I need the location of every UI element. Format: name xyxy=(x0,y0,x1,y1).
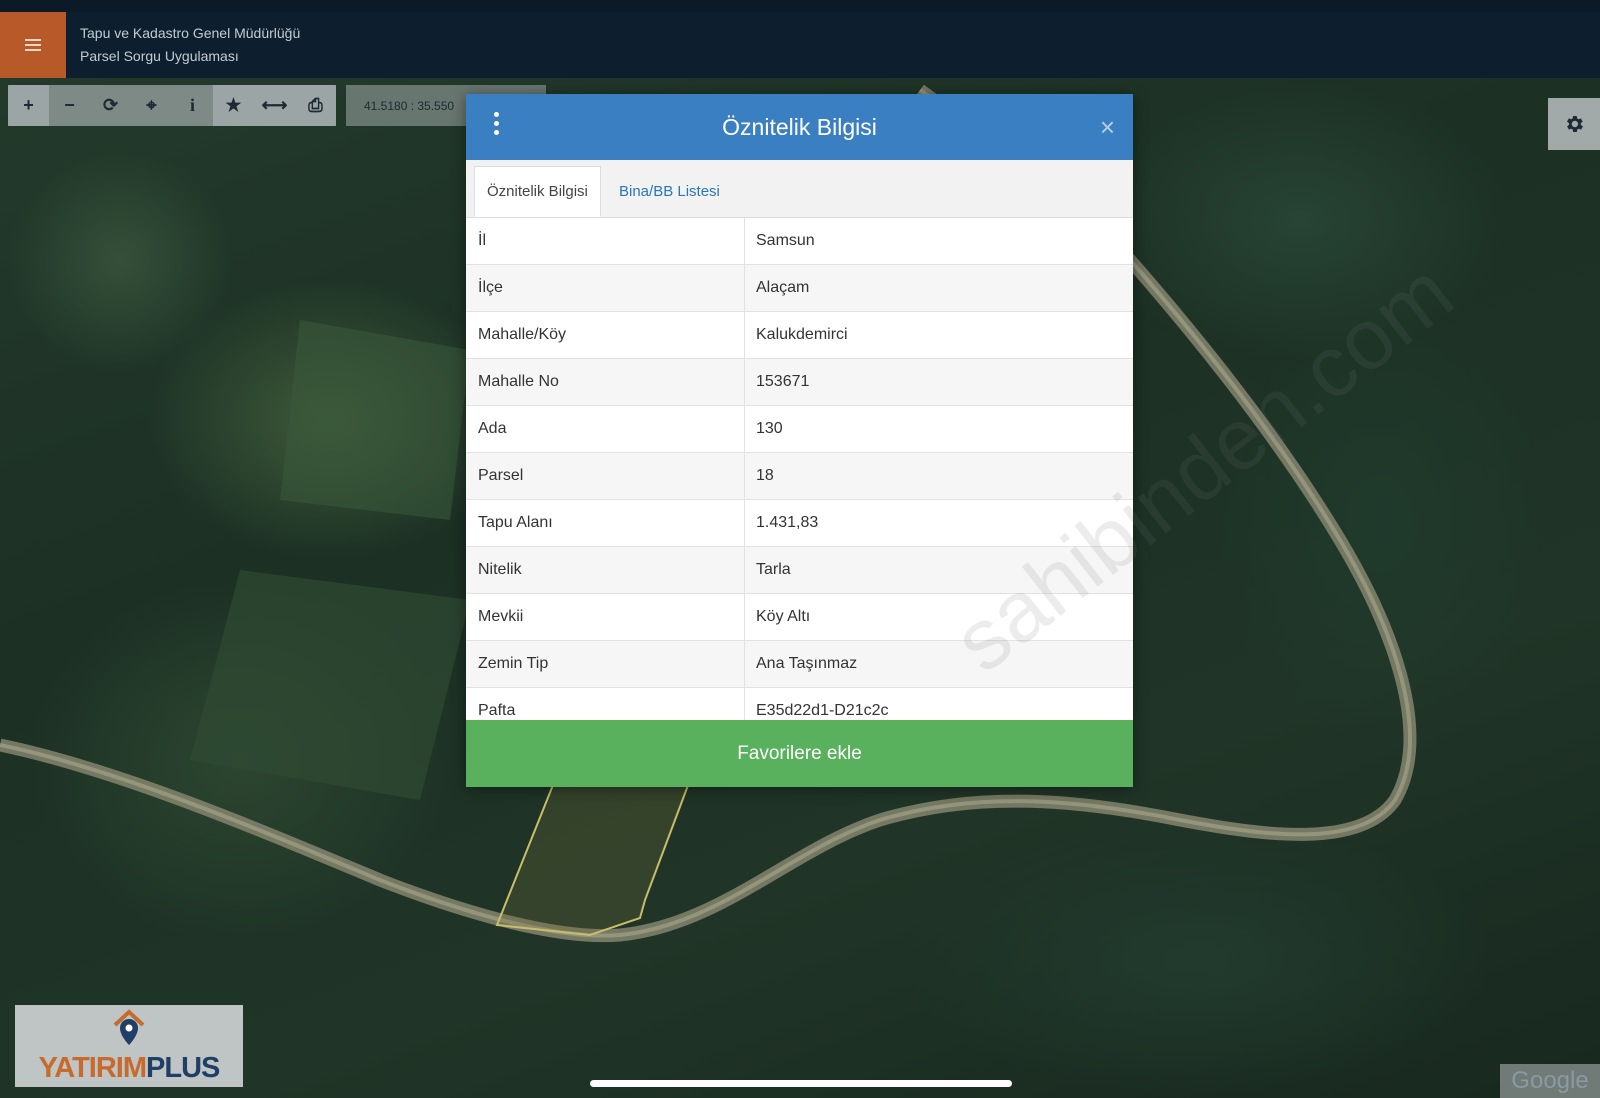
brand-part2: PLUS xyxy=(146,1052,220,1084)
row-key: Parsel xyxy=(466,453,745,499)
locate-button[interactable]: ⌖ xyxy=(131,85,172,126)
row-key: Tapu Alanı xyxy=(466,500,745,546)
dialog-header: Öznitelik Bilgisi × xyxy=(466,94,1133,160)
row-value: 130 xyxy=(756,420,783,437)
row-value: Ana Taşınmaz xyxy=(756,655,858,672)
brand-logo: YATIRIMPLUS xyxy=(15,1005,243,1087)
settings-button[interactable] xyxy=(1548,98,1600,150)
row-value: 18 xyxy=(756,467,774,484)
table-row: Mahalle/Köy Kalukdemirci xyxy=(466,312,1133,359)
info-button[interactable]: i xyxy=(172,85,213,126)
row-value: Samsun xyxy=(756,232,815,249)
status-bar xyxy=(0,0,1600,12)
location-house-icon xyxy=(113,1009,145,1045)
home-indicator[interactable] xyxy=(590,1080,1012,1087)
print-icon: ⎙ xyxy=(308,95,323,115)
map-toolbar: + − ⟳ ⌖ i ★ ⟷ ⎙ xyxy=(8,85,336,126)
table-row: Tapu Alanı 1.431,83 xyxy=(466,500,1133,547)
map-attribution: Google xyxy=(1500,1064,1600,1098)
row-key: İl xyxy=(466,218,745,264)
row-value: 1.431,83 xyxy=(756,514,819,531)
crosshair-icon: ⌖ xyxy=(146,95,157,115)
refresh-icon: ⟳ xyxy=(102,95,119,115)
arrows-icon: ⟷ xyxy=(261,95,288,115)
app-subtitle: Parsel Sorgu Uygulaması xyxy=(80,48,239,64)
attribute-info-dialog: Öznitelik Bilgisi × Öznitelik Bilgisi Bi… xyxy=(466,94,1470,787)
minus-icon: − xyxy=(64,95,75,115)
tab-building-list[interactable]: Bina/BB Listesi xyxy=(607,166,732,217)
row-value: Alaçam xyxy=(756,279,810,296)
star-icon: ★ xyxy=(225,95,242,115)
dialog-tabs: Öznitelik Bilgisi Bina/BB Listesi xyxy=(466,160,1133,218)
row-key: Zemin Tip xyxy=(466,641,745,687)
row-key: Mevkii xyxy=(466,594,745,640)
tab-attribute-info[interactable]: Öznitelik Bilgisi xyxy=(474,166,601,217)
table-row: İl Samsun xyxy=(466,218,1133,265)
hamburger-icon xyxy=(25,36,41,54)
zoom-out-button[interactable]: − xyxy=(49,85,90,126)
table-row: Parsel 18 xyxy=(466,453,1133,500)
zoom-in-button[interactable]: + xyxy=(8,85,49,126)
table-row: Mahalle No 153671 xyxy=(466,359,1133,406)
app-header: Tapu ve Kadastro Genel Müdürlüğü Parsel … xyxy=(0,12,1600,78)
plus-icon: + xyxy=(23,95,34,115)
table-row: Nitelik Tarla xyxy=(466,547,1133,594)
row-value: 153671 xyxy=(756,373,810,390)
row-key: Ada xyxy=(466,406,745,452)
brand-part1: YATIRIM xyxy=(38,1052,147,1084)
table-row: Mevkii Köy Altı xyxy=(466,594,1133,641)
info-icon: i xyxy=(189,95,195,115)
dialog-title: Öznitelik Bilgisi xyxy=(722,113,877,140)
row-key: Mahalle/Köy xyxy=(466,312,745,358)
add-to-favorites-button[interactable]: Favorilere ekle xyxy=(466,720,1133,787)
row-key: Nitelik xyxy=(466,547,745,593)
table-row: Zemin Tip Ana Taşınmaz xyxy=(466,641,1133,688)
refresh-button[interactable]: ⟳ xyxy=(90,85,131,126)
table-row: İlçe Alaçam xyxy=(466,265,1133,312)
close-icon[interactable]: × xyxy=(1100,112,1115,142)
print-button[interactable]: ⎙ xyxy=(295,85,336,126)
attribute-table: İl Samsun İlçe Alaçam Mahalle/Köy Kalukdemi… xyxy=(466,218,1133,735)
parcel-outline xyxy=(495,779,692,937)
row-value: Tarla xyxy=(756,561,791,578)
measure-button[interactable]: ⟷ xyxy=(254,85,295,126)
gear-icon xyxy=(1567,116,1583,132)
hamburger-menu-button[interactable] xyxy=(0,12,66,78)
row-value: Köy Altı xyxy=(756,608,811,625)
row-value: Kalukdemirci xyxy=(756,326,848,343)
row-key: Mahalle No xyxy=(466,359,745,405)
app-title: Tapu ve Kadastro Genel Müdürlüğü xyxy=(80,25,301,41)
row-key: İlçe xyxy=(466,265,745,311)
favorite-button[interactable]: ★ xyxy=(213,85,254,126)
table-row: Ada 130 xyxy=(466,406,1133,453)
more-options-icon[interactable] xyxy=(488,112,504,142)
